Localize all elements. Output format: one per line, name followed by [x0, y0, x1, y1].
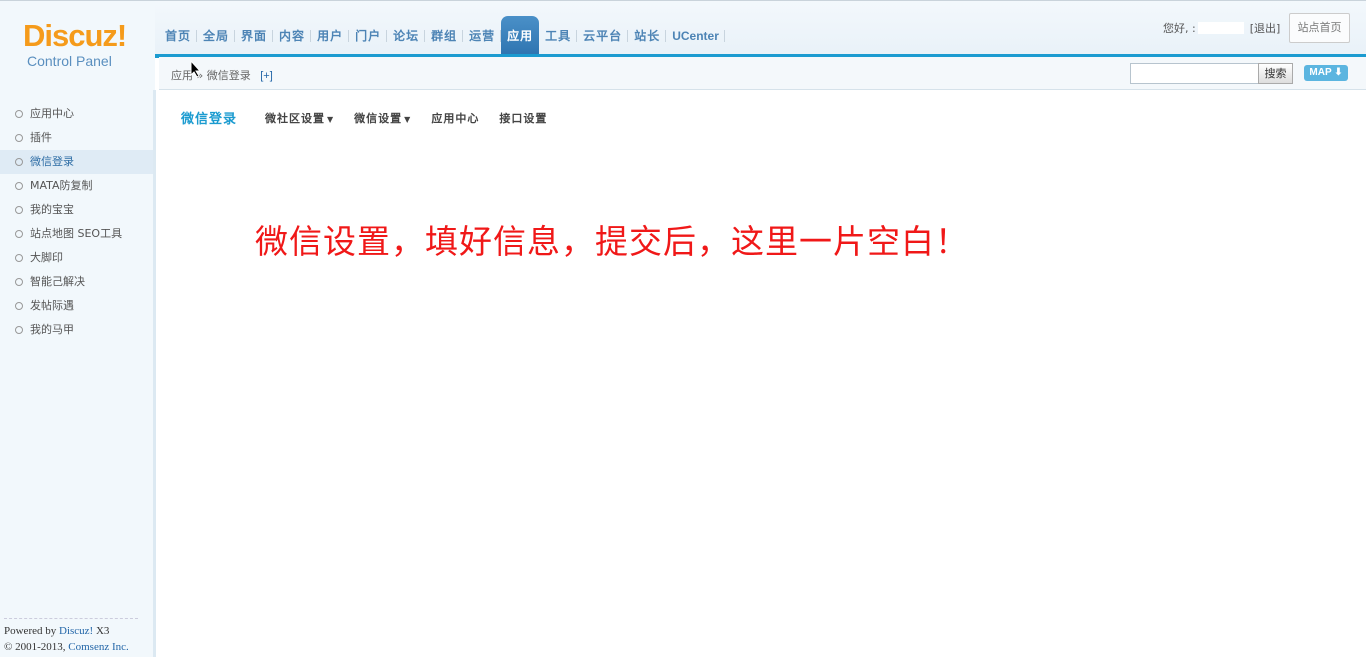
- breadcrumb: 应用 » 微信登录 [+]: [171, 67, 273, 83]
- nav-item[interactable]: 应用: [501, 16, 540, 56]
- bullet-icon: [15, 278, 23, 286]
- breadcrumb-path: 应用 » 微信登录: [171, 69, 251, 82]
- nav-item[interactable]: 门户: [349, 16, 388, 56]
- top-nav: 首页 全局 界面 内容 用户 门户 论坛 群组 运营 应用 工具 云平台 站长 UCenter: [159, 16, 725, 56]
- bullet-icon: [15, 326, 23, 334]
- sidebar-item-label: 大脚印: [30, 251, 63, 264]
- logo[interactable]: Discuz! Control Panel: [0, 1, 155, 91]
- caret-down-icon: ▼: [327, 114, 335, 124]
- nav-item[interactable]: 论坛: [387, 16, 426, 56]
- greeting: 您好, :: [1163, 22, 1196, 35]
- nav-item[interactable]: 群组: [425, 16, 464, 56]
- content-tab[interactable]: 微社区设置 ▼: [265, 110, 334, 126]
- nav-item[interactable]: UCenter: [666, 16, 725, 56]
- content-tabs: 微社区设置 ▼ 微信设置 ▼ 应用中心 接口设置: [265, 110, 567, 126]
- logo-subtitle: Control Panel: [27, 53, 112, 69]
- bullet-icon: [15, 230, 23, 238]
- add-shortcut-link[interactable]: [+]: [260, 70, 273, 82]
- sidebar-item[interactable]: 插件: [0, 126, 153, 150]
- caret-down-icon: ▼: [404, 114, 412, 124]
- annotation-text: 微信设置，填好信息，提交后，这里一片空白！: [255, 222, 969, 261]
- sidebar-item[interactable]: 大脚印: [0, 246, 153, 270]
- sidebar-item-label: MATA防复制: [30, 179, 93, 192]
- sidebar-item-label: 我的马甲: [30, 323, 74, 336]
- nav-item[interactable]: 首页: [159, 16, 198, 56]
- sidebar-item-label: 我的宝宝: [30, 203, 74, 216]
- username-redacted: [1197, 22, 1244, 34]
- sidebar: 应用中心插件微信登录 MATA防复制 我的宝宝站点地图 SEO工具 大脚印智能己解决发…: [0, 90, 156, 657]
- search-input[interactable]: [1130, 63, 1259, 84]
- sidebar-item-label: 应用中心: [30, 107, 74, 120]
- map-label: MAP: [1309, 67, 1332, 78]
- site-home-button[interactable]: 站点首页: [1289, 13, 1350, 43]
- discuz-link[interactable]: Discuz!: [59, 625, 93, 637]
- content-tab-label: 接口设置: [499, 111, 548, 125]
- bullet-icon: [15, 206, 23, 214]
- content-tab-label: 微社区设置: [265, 111, 326, 125]
- sidebar-item[interactable]: MATA防复制: [0, 174, 153, 198]
- sidebar-item-label: 智能己解决: [30, 275, 85, 288]
- copyright: © 2001-2013,: [4, 641, 66, 653]
- sidebar-item[interactable]: 发帖际遇: [0, 294, 153, 318]
- sidebar-item-label: 插件: [30, 131, 52, 144]
- sidebar-item-label: 站点地图 SEO工具: [30, 227, 123, 240]
- arrow-down-icon: ⬇: [1334, 67, 1343, 78]
- mouse-cursor-icon: [190, 60, 202, 78]
- nav-item[interactable]: 工具: [539, 16, 578, 56]
- content-tab-label: 应用中心: [431, 111, 480, 125]
- nav-item[interactable]: 全局: [197, 16, 236, 56]
- sidebar-item[interactable]: 我的马甲: [0, 318, 153, 342]
- content-title: 微信登录: [181, 112, 238, 127]
- content-tab[interactable]: 应用中心: [431, 110, 479, 126]
- bullet-icon: [15, 110, 23, 118]
- footer: Powered by Discuz! X3 © 2001-2013, Comse…: [4, 618, 138, 655]
- sidebar-item[interactable]: 智能己解决: [0, 270, 153, 294]
- nav-item[interactable]: 用户: [311, 16, 350, 56]
- nav-item[interactable]: 站长: [628, 16, 667, 56]
- sidebar-item[interactable]: 我的宝宝: [0, 198, 153, 222]
- bullet-icon: [15, 182, 23, 190]
- map-button[interactable]: MAP ⬇: [1304, 65, 1348, 81]
- logout-link[interactable]: [退出]: [1250, 20, 1281, 36]
- bullet-icon: [15, 302, 23, 310]
- sidebar-item[interactable]: 应用中心: [0, 102, 153, 126]
- nav-item[interactable]: 内容: [273, 16, 312, 56]
- content-subnav: 微信登录 微社区设置 ▼ 微信设置 ▼ 应用中心 接口设置: [181, 108, 567, 128]
- bullet-icon: [15, 134, 23, 142]
- sidebar-item[interactable]: 微信登录: [0, 150, 153, 174]
- breadcrumb-bar: 应用 » 微信登录 [+] 搜索 MAP ⬇: [159, 57, 1366, 90]
- content-tab[interactable]: 接口设置: [499, 110, 547, 126]
- powered-by: Powered by: [4, 625, 57, 637]
- nav-item[interactable]: 界面: [235, 16, 274, 56]
- bullet-icon: [15, 158, 23, 166]
- nav-item[interactable]: 云平台: [577, 16, 629, 56]
- comsenz-link[interactable]: Comsenz Inc.: [68, 641, 128, 653]
- content-tab-label: 微信设置: [354, 111, 403, 125]
- sidebar-item-label: 发帖际遇: [30, 299, 74, 312]
- user-info: 您好, : [退出]: [1163, 20, 1280, 36]
- logo-text: Discuz!: [23, 18, 127, 53]
- version: X3: [95, 625, 110, 637]
- sidebar-item-label: 微信登录: [30, 155, 74, 168]
- search-button[interactable]: 搜索: [1258, 63, 1293, 84]
- sidebar-item[interactable]: 站点地图 SEO工具: [0, 222, 153, 246]
- sidebar-menu: 应用中心插件微信登录 MATA防复制 我的宝宝站点地图 SEO工具 大脚印智能己解决发…: [0, 102, 153, 342]
- bullet-icon: [15, 254, 23, 262]
- header: Discuz! Control Panel 首页 全局 界面 内容 用户 门户 论坛 群组 运营…: [0, 0, 1366, 91]
- nav-item[interactable]: 运营: [463, 16, 502, 56]
- content-tab[interactable]: 微信设置 ▼: [354, 110, 411, 126]
